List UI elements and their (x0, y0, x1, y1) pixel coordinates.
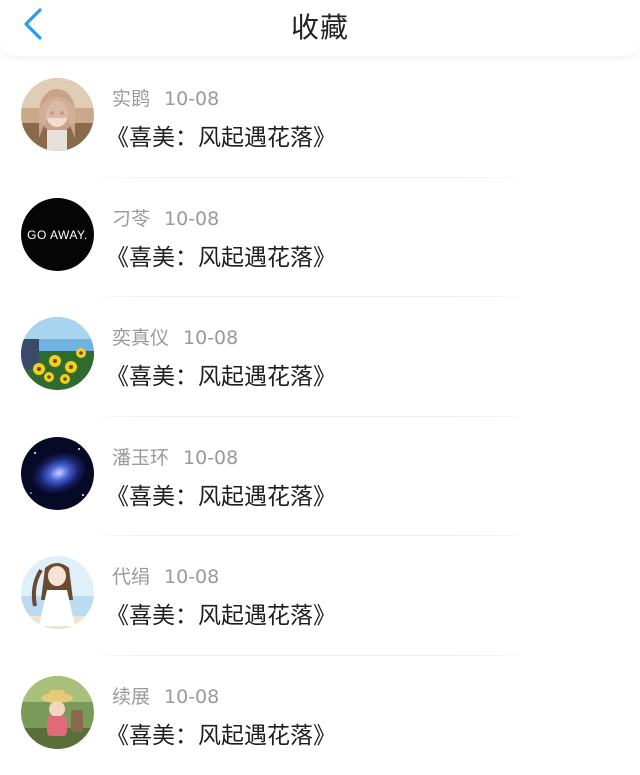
item-date: 10-08 (164, 686, 219, 708)
item-title[interactable]: 《喜美：风起遇花落》 (106, 357, 336, 391)
cartoon-scene-avatar-icon (21, 676, 94, 749)
avatar[interactable]: GO AWAY. (21, 198, 94, 271)
go-away-text-avatar-icon: GO AWAY. (21, 198, 94, 271)
item-meta: 奕真仪 10-08 (112, 323, 238, 350)
item-date: 10-08 (164, 566, 219, 588)
item-title[interactable]: 《喜美：风起遇花落》 (106, 118, 336, 152)
list-item[interactable]: 潘玉环 10-08 《喜美：风起遇花落》 (0, 417, 640, 537)
user-name: 潘玉环 (112, 447, 169, 469)
item-title[interactable]: 《喜美：风起遇花落》 (106, 716, 336, 750)
anime-girl-avatar-icon (21, 78, 94, 151)
item-title[interactable]: 《喜美：风起遇花落》 (106, 477, 336, 511)
avatar-text: GO AWAY. (27, 228, 88, 242)
item-meta: 续展 10-08 (112, 682, 219, 709)
item-meta: 刁苓 10-08 (112, 204, 219, 231)
header-bar: 收藏 (0, 0, 640, 56)
anime-girl-beach-avatar-icon (21, 556, 94, 629)
list-item[interactable]: 代绢 10-08 《喜美：风起遇花落》 (0, 536, 640, 656)
user-name: 实鹍 (112, 88, 150, 110)
list-item[interactable]: 续展 10-08 《喜美：风起遇花落》 (0, 656, 640, 775)
avatar[interactable] (21, 676, 94, 749)
list-item[interactable]: 实鹍 10-08 《喜美：风起遇花落》 (0, 58, 640, 178)
list-item[interactable]: 奕真仪 10-08 《喜美：风起遇花落》 (0, 297, 640, 417)
item-meta: 潘玉环 10-08 (112, 443, 238, 470)
user-name: 代绢 (112, 566, 150, 588)
item-title[interactable]: 《喜美：风起遇花落》 (106, 238, 336, 272)
sunflower-avatar-icon (21, 317, 94, 390)
item-date: 10-08 (183, 327, 238, 349)
item-meta: 代绢 10-08 (112, 562, 219, 589)
item-meta: 实鹍 10-08 (112, 84, 219, 111)
page-title: 收藏 (0, 6, 640, 46)
list-item[interactable]: GO AWAY. 刁苓 10-08 《喜美：风起遇花落》 (0, 178, 640, 298)
item-title[interactable]: 《喜美：风起遇花落》 (106, 596, 336, 630)
galaxy-avatar-icon (21, 437, 94, 510)
user-name: 续展 (112, 686, 150, 708)
avatar[interactable] (21, 556, 94, 629)
item-date: 10-08 (164, 208, 219, 230)
user-name: 奕真仪 (112, 327, 169, 349)
item-date: 10-08 (164, 88, 219, 110)
user-name: 刁苓 (112, 208, 150, 230)
favorites-list: 实鹍 10-08 《喜美：风起遇花落》 GO AWAY. 刁苓 10-08 《喜美：… (0, 58, 640, 775)
avatar[interactable] (21, 437, 94, 510)
item-date: 10-08 (183, 447, 238, 469)
avatar[interactable] (21, 78, 94, 151)
avatar[interactable] (21, 317, 94, 390)
